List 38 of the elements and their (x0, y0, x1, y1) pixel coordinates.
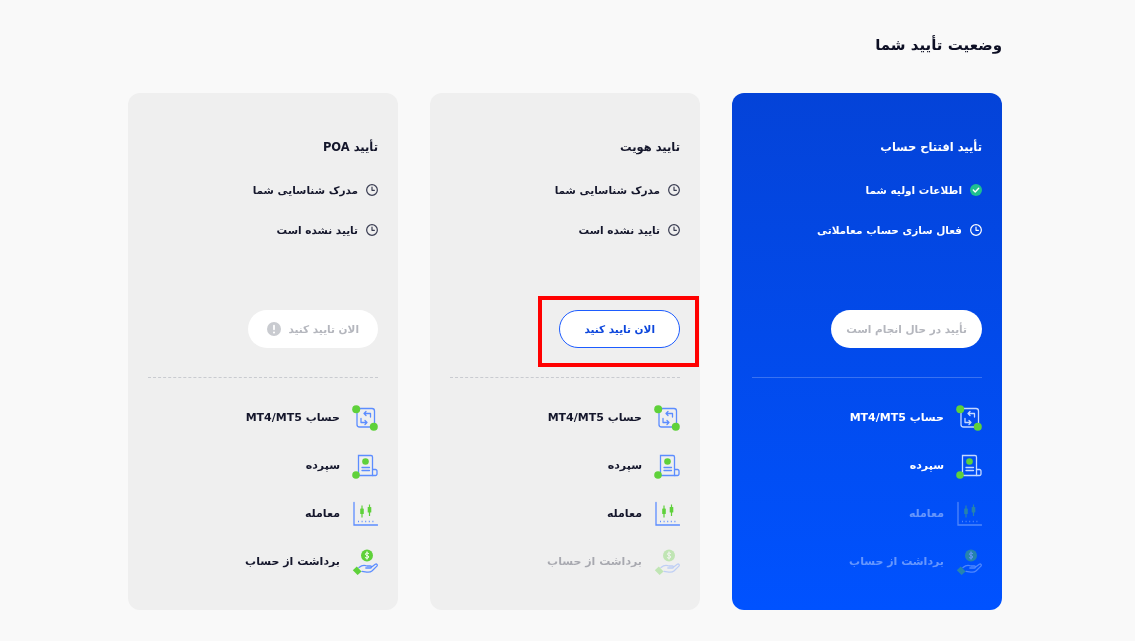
step-label: تایید نشده است (578, 223, 660, 238)
document-icon (654, 453, 680, 479)
candlestick-chart-icon (956, 501, 982, 527)
card-title: تایید هویت (620, 139, 680, 155)
exchange-icon (352, 405, 378, 431)
verify-button[interactable]: الان تایید کنید (248, 310, 378, 348)
feature-label: حساب MT4/MT5 (547, 410, 642, 426)
exchange-icon (654, 405, 680, 431)
feature-label: حساب MT4/MT5 (245, 410, 340, 426)
card-title: تأیید افتتاح حساب (880, 139, 982, 155)
step-label: مدرک شناسایی شما (554, 183, 660, 198)
feature-label: سپرده (305, 458, 340, 474)
hand-coin-icon (654, 549, 680, 575)
candlestick-chart-icon (654, 501, 680, 527)
candlestick-chart-icon (352, 501, 378, 527)
exchange-icon (956, 405, 982, 431)
document-icon (352, 453, 378, 479)
exclamation-icon (267, 322, 282, 336)
hand-coin-icon (956, 549, 982, 575)
document-icon (956, 453, 982, 479)
verify-button[interactable]: الان تایید کنید (559, 310, 680, 348)
feature-label: سپرده (909, 458, 944, 474)
feature-label: برداشت از حساب (245, 554, 340, 570)
step-label: تایید نشده است (276, 223, 358, 238)
feature-label: معامله (304, 506, 340, 522)
feature-label: حساب MT4/MT5 (849, 410, 944, 426)
card-title: تأیید POA (322, 139, 378, 155)
feature-label: برداشت از حساب (849, 554, 944, 570)
step-label: فعال سازی حساب معاملاتی (817, 223, 962, 238)
page-title: وضعیت تأیید شما (875, 36, 1002, 54)
feature-label: معامله (606, 506, 642, 522)
feature-label: برداشت از حساب (547, 554, 642, 570)
feature-label: سپرده (607, 458, 642, 474)
step-label: مدرک شناسایی شما (252, 183, 358, 198)
step-label: اطلاعات اولیه شما (865, 183, 962, 198)
hand-coin-icon (352, 549, 378, 575)
feature-label: معامله (908, 506, 944, 522)
verify-button[interactable]: تأیید در حال انجام است (831, 310, 982, 348)
